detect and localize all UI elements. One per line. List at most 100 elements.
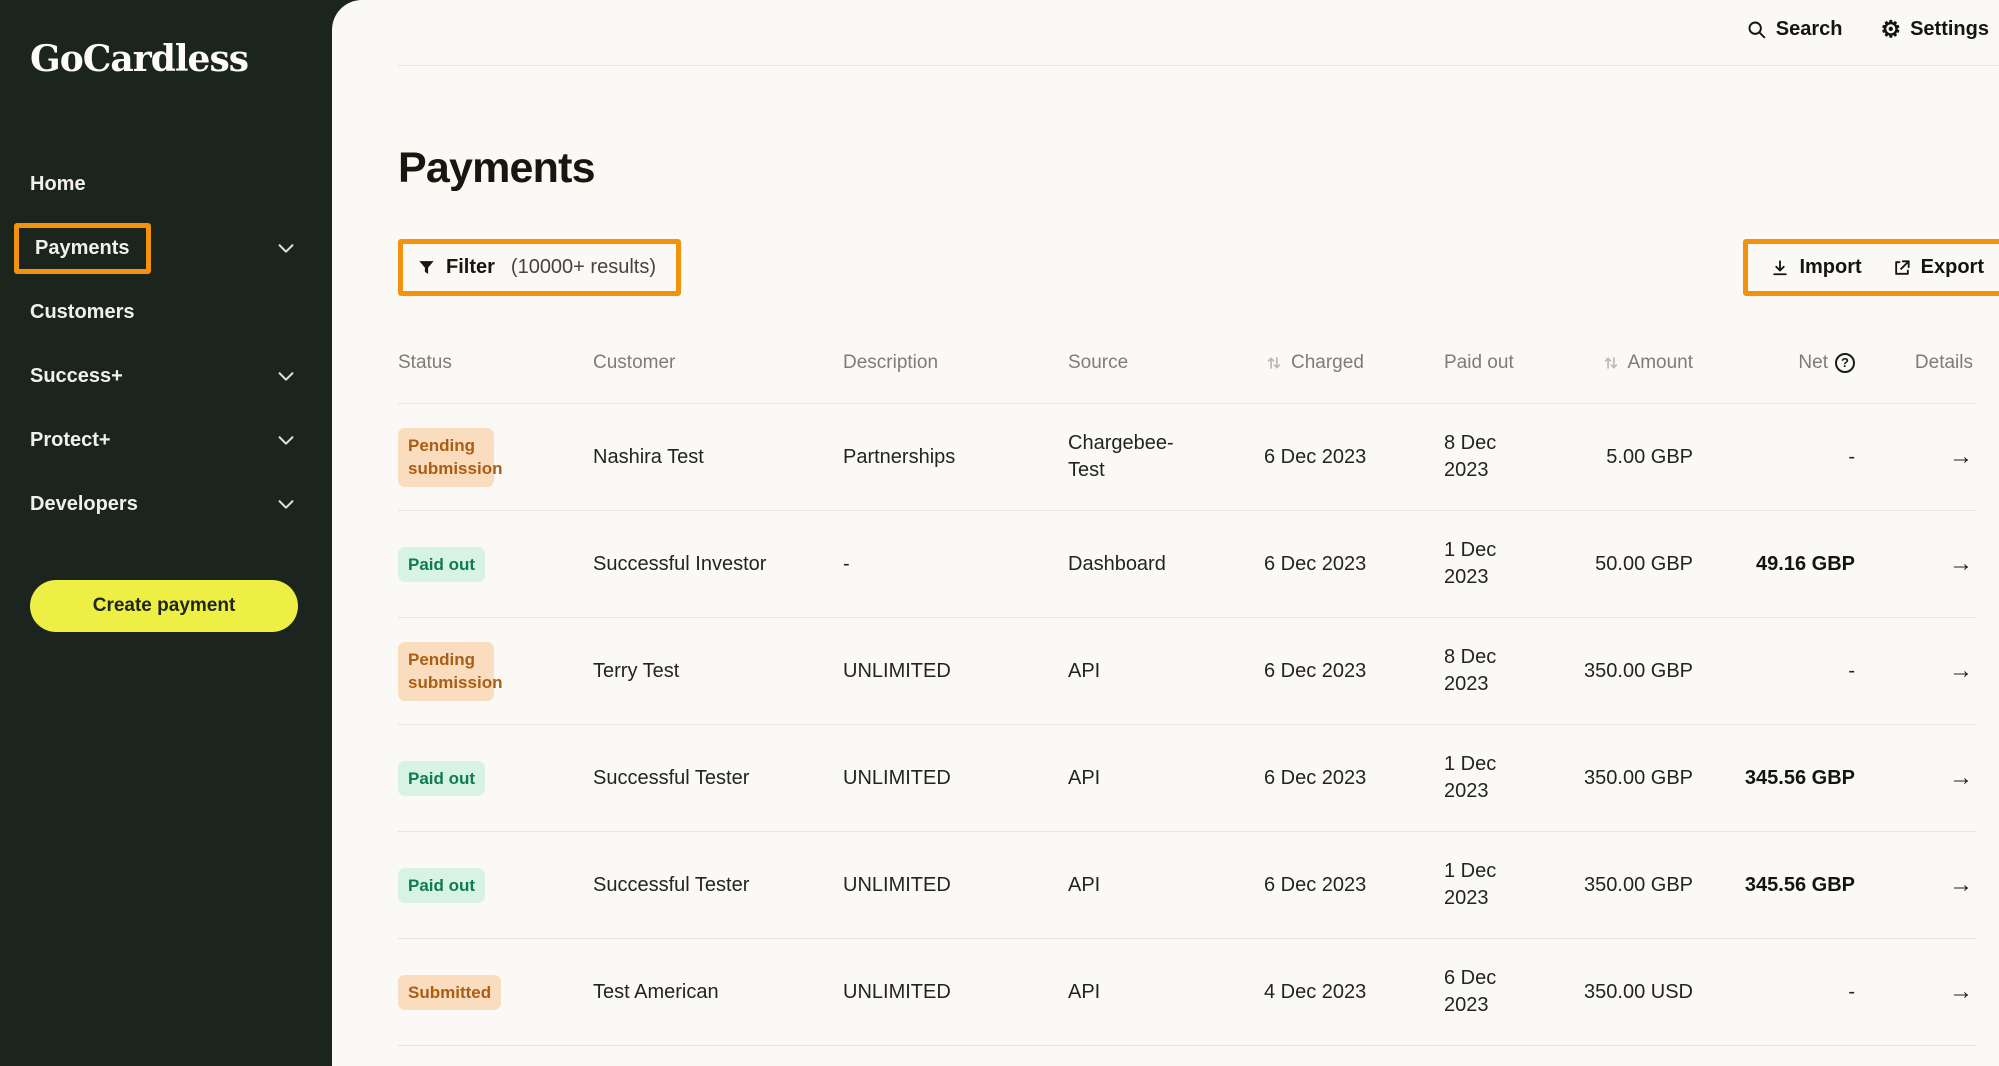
header-source: Source — [1068, 350, 1258, 376]
amount-cell: 350.00 GBP — [1548, 658, 1703, 685]
header-charged-label: Charged — [1291, 350, 1364, 376]
table-row[interactable]: Paid out Successful Tester UNLIMITED API… — [398, 832, 1977, 939]
customer-cell: Successful Investor — [593, 551, 843, 578]
header-customer: Customer — [593, 350, 843, 376]
settings-label: Settings — [1910, 18, 1989, 41]
customer-cell: Terry Test — [593, 658, 843, 685]
customer-cell: Successful Tester — [593, 872, 843, 899]
charged-cell: 6 Dec 2023 — [1258, 444, 1408, 471]
sidebar-item-success-plus[interactable]: Success+ — [0, 344, 332, 408]
net-cell: - — [1703, 979, 1863, 1006]
details-cell: → — [1863, 976, 1977, 1008]
sidebar-nav: Home Payments Customers Success+ Protect… — [0, 152, 332, 536]
filter-funnel-icon — [417, 258, 436, 277]
amount-cell: 350.00 USD — [1548, 979, 1703, 1006]
annotation-box-payments: Payments — [14, 223, 151, 274]
sidebar-item-label: Customers — [30, 301, 134, 324]
download-icon — [1770, 258, 1790, 278]
sidebar-item-customers[interactable]: Customers — [0, 280, 332, 344]
status-badge: Pending submission — [398, 428, 494, 488]
net-cell: 345.56 GBP — [1703, 765, 1863, 792]
header-amount-label: Amount — [1628, 350, 1693, 376]
source-cell: API — [1068, 658, 1258, 685]
header-charged[interactable]: Charged — [1258, 350, 1408, 376]
sidebar-item-label: Payments — [35, 237, 130, 259]
brand-logo[interactable]: GoCardless — [0, 0, 332, 80]
sidebar-item-label: Developers — [30, 493, 138, 516]
external-link-icon — [1892, 258, 1912, 278]
status-cell: Pending submission — [398, 642, 593, 702]
details-cell: → — [1863, 548, 1977, 580]
net-cell: 345.56 GBP — [1703, 872, 1863, 899]
settings-button[interactable]: ⚙ Settings — [1880, 18, 1989, 41]
table-row[interactable]: Pending submission Terry Test UNLIMITED … — [398, 618, 1977, 725]
net-cell: - — [1703, 444, 1863, 471]
details-arrow-icon[interactable]: → — [1949, 762, 1973, 794]
search-label: Search — [1776, 18, 1843, 41]
amount-cell: 350.00 GBP — [1548, 872, 1703, 899]
charged-cell: 4 Dec 2023 — [1258, 979, 1408, 1006]
net-cell: - — [1703, 658, 1863, 685]
description-cell: UNLIMITED — [843, 658, 1068, 685]
export-button[interactable]: Export — [1892, 256, 1984, 279]
details-arrow-icon[interactable]: → — [1949, 548, 1973, 580]
sort-icon[interactable] — [1601, 353, 1621, 373]
source-cell: Chargebee-Test — [1068, 430, 1258, 484]
topbar: Search ⚙ Settings — [332, 0, 1999, 66]
create-payment-button[interactable]: Create payment — [30, 580, 298, 632]
description-cell: UNLIMITED — [843, 765, 1068, 792]
annotation-box-import-export: Import Export — [1743, 239, 1999, 296]
filter-label: Filter — [446, 256, 495, 279]
import-button[interactable]: Import — [1770, 256, 1861, 279]
table-row[interactable]: Paid out Successful Tester UNLIMITED API… — [398, 725, 1977, 832]
status-badge: Submitted — [398, 975, 501, 1011]
help-icon[interactable]: ? — [1835, 353, 1855, 373]
description-cell: Partnerships — [843, 444, 1068, 471]
description-cell: UNLIMITED — [843, 979, 1068, 1006]
header-amount[interactable]: Amount — [1548, 350, 1703, 376]
source-cell: API — [1068, 872, 1258, 899]
header-net-label: Net — [1798, 350, 1828, 376]
details-arrow-icon[interactable]: → — [1949, 869, 1973, 901]
export-label: Export — [1921, 256, 1984, 279]
sidebar-item-home[interactable]: Home — [0, 152, 332, 216]
content-area: Payments Filter (10000+ results) Import — [332, 144, 1999, 1046]
sidebar-item-protect-plus[interactable]: Protect+ — [0, 408, 332, 472]
description-cell: UNLIMITED — [843, 872, 1068, 899]
table-row[interactable]: Pending submission Nashira Test Partners… — [398, 404, 1977, 511]
details-arrow-icon[interactable]: → — [1949, 655, 1973, 687]
page-title: Payments — [398, 144, 1977, 193]
gear-icon: ⚙ — [1880, 18, 1901, 41]
sidebar-item-payments[interactable]: Payments — [0, 216, 332, 280]
table-header-row: Status Customer Description Source Charg… — [398, 322, 1977, 404]
status-cell: Paid out — [398, 761, 593, 797]
status-cell: Pending submission — [398, 428, 593, 488]
charged-cell: 6 Dec 2023 — [1258, 658, 1408, 685]
sidebar-item-developers[interactable]: Developers — [0, 472, 332, 536]
description-cell: - — [843, 551, 1068, 578]
paid-out-cell: 6 Dec 2023 — [1408, 965, 1548, 1019]
sidebar-item-label: Protect+ — [30, 429, 111, 452]
header-status: Status — [398, 350, 593, 376]
details-cell: → — [1863, 762, 1977, 794]
table-row[interactable]: Paid out Successful Investor - Dashboard… — [398, 511, 1977, 618]
status-cell: Paid out — [398, 868, 593, 904]
paid-out-cell: 1 Dec 2023 — [1408, 858, 1548, 912]
paid-out-cell: 1 Dec 2023 — [1408, 751, 1548, 805]
sort-icon[interactable] — [1264, 353, 1284, 373]
search-button[interactable]: Search — [1746, 18, 1843, 41]
toolbar: Filter (10000+ results) Import Export — [398, 239, 1977, 296]
header-paid-out: Paid out — [1408, 350, 1548, 376]
table-row[interactable]: Submitted Test American UNLIMITED API 4 … — [398, 939, 1977, 1046]
filter-button[interactable]: Filter (10000+ results) — [403, 244, 676, 291]
annotation-box-filter: Filter (10000+ results) — [398, 239, 681, 296]
details-arrow-icon[interactable]: → — [1949, 976, 1973, 1008]
chevron-down-icon — [275, 429, 297, 451]
source-cell: Dashboard — [1068, 551, 1258, 578]
amount-cell: 5.00 GBP — [1548, 444, 1703, 471]
net-cell: 49.16 GBP — [1703, 551, 1863, 578]
header-description: Description — [843, 350, 1068, 376]
details-arrow-icon[interactable]: → — [1949, 441, 1973, 473]
payments-table: Status Customer Description Source Charg… — [398, 322, 1977, 1046]
table-body: Pending submission Nashira Test Partners… — [398, 404, 1977, 1046]
